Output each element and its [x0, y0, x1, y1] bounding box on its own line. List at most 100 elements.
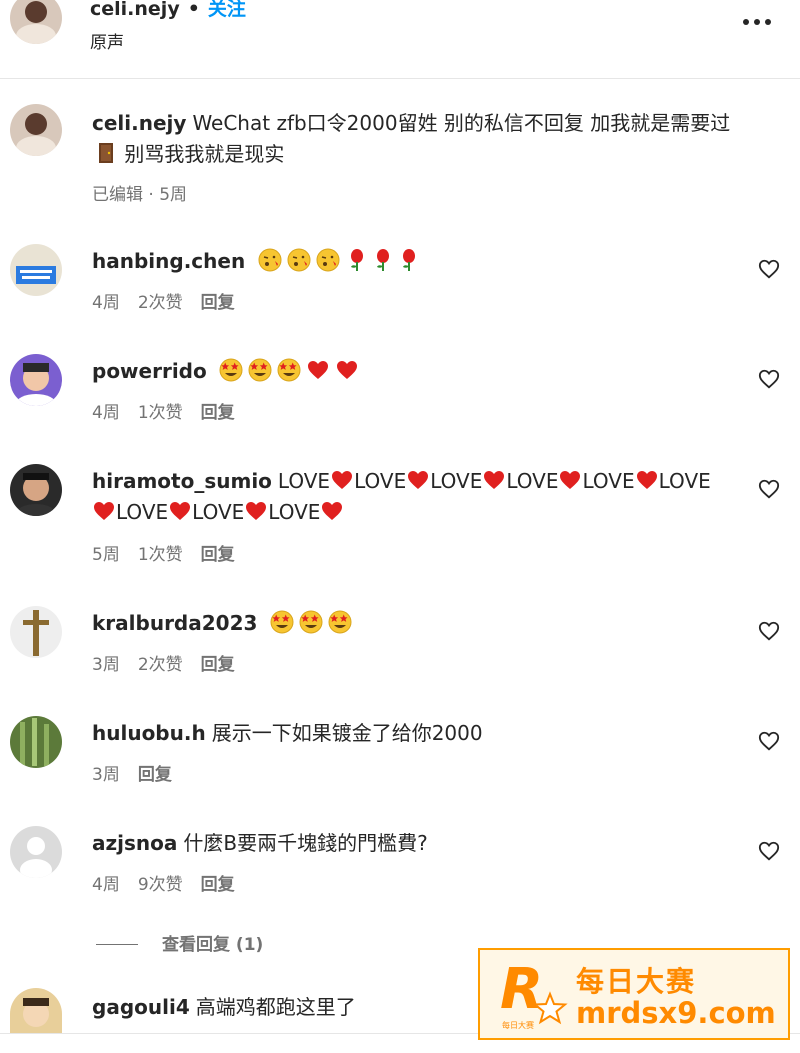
comment-meta: 3周 回复: [92, 760, 190, 785]
red-heart-icon: [246, 502, 267, 520]
separator-dot: •: [187, 0, 200, 20]
reply-button[interactable]: 回复: [201, 545, 235, 565]
like-heart-icon[interactable]: [758, 258, 780, 280]
like-heart-icon[interactable]: [758, 478, 780, 500]
audio-label[interactable]: 原声: [90, 28, 124, 53]
comment-text: hiramoto_sumio LOVE LOVE LOVE LOVE LOVE LOVELO…: [92, 466, 732, 528]
watermark-cn: 每日大赛: [576, 965, 697, 998]
replies-line: [96, 944, 138, 945]
watermark-logo-caption: 每日大赛: [502, 1020, 534, 1030]
reply-button[interactable]: 回复: [138, 765, 172, 785]
comment-username[interactable]: kralburda2023: [92, 611, 257, 635]
reply-button[interactable]: 回复: [201, 875, 235, 895]
like-heart-icon[interactable]: [758, 368, 780, 390]
comment-body: 什麼B要兩千塊錢的門檻費?: [183, 831, 428, 855]
comment-time: 4周: [92, 875, 120, 895]
follow-button[interactable]: 关注: [208, 0, 246, 20]
caption-body: WeChat zfb口令2000留姓 别的私信不回复 加我就是需要过: [192, 111, 731, 135]
red-heart-icon: [560, 471, 581, 489]
caption-avatar[interactable]: [10, 104, 62, 156]
watermark-url: mrdsx9.com: [576, 996, 776, 1030]
love-word: LOVE: [658, 469, 711, 493]
caption-meta: 已编辑 · 5周: [92, 185, 188, 205]
commenter-avatar[interactable]: [10, 716, 62, 768]
kiss-face-icon: [316, 248, 340, 272]
commenter-avatar[interactable]: [10, 826, 62, 878]
author-name-row: celi.nejy • 关注: [90, 0, 246, 21]
comment-username[interactable]: azjsnoa: [92, 831, 177, 855]
red-heart-icon: [337, 361, 358, 379]
watermark-logo-letter: R: [500, 957, 543, 1022]
comment-time: 4周: [92, 293, 120, 313]
comment-time: 4周: [92, 403, 120, 423]
rose-icon: [376, 249, 389, 271]
comment-username[interactable]: powerrido: [92, 359, 207, 383]
love-word: LOVE: [506, 469, 559, 493]
door-icon: [99, 143, 113, 163]
red-heart-icon: [636, 471, 657, 489]
star-eyes-icon: [299, 610, 323, 634]
comment-likes[interactable]: 9次赞: [138, 875, 183, 895]
view-replies-label: 查看回复 (1): [162, 935, 264, 955]
comment-username[interactable]: hiramoto_sumio: [92, 469, 272, 493]
comment-text: kralburda2023: [92, 608, 732, 639]
comment-meta: 4周 1次赞 回复: [92, 398, 253, 423]
like-heart-icon[interactable]: [758, 840, 780, 862]
red-heart-icon: [94, 502, 114, 520]
star-eyes-icon: [219, 358, 243, 382]
red-heart-icon: [308, 361, 329, 379]
red-heart-icon: [408, 471, 429, 489]
commenter-avatar[interactable]: [10, 988, 62, 1033]
view-replies-button[interactable]: 查看回复 (1): [96, 930, 263, 955]
more-horizontal-icon[interactable]: [742, 18, 772, 26]
kiss-face-icon: [258, 248, 282, 272]
reply-button[interactable]: 回复: [201, 293, 235, 313]
like-heart-icon[interactable]: [758, 620, 780, 642]
comment-meta: 5周 1次赞 回复: [92, 540, 253, 565]
red-heart-icon: [484, 471, 505, 489]
red-heart-icon: [322, 502, 343, 520]
caption-username[interactable]: celi.nejy: [92, 111, 186, 135]
star-eyes-icon: [270, 610, 294, 634]
love-word: LOVE: [116, 500, 169, 524]
comment-likes[interactable]: 2次赞: [138, 293, 183, 313]
commenter-avatar[interactable]: [10, 606, 62, 658]
watermark-logo: R 每日大赛: [500, 957, 568, 1030]
comment-likes[interactable]: 1次赞: [138, 403, 183, 423]
comment-text: azjsnoa 什麼B要兩千塊錢的門檻費?: [92, 828, 732, 859]
comment-username[interactable]: hanbing.chen: [92, 249, 245, 273]
comment-meta: 3周 2次赞 回复: [92, 650, 253, 675]
comment-username[interactable]: huluobu.h: [92, 721, 206, 745]
comment-likes[interactable]: 1次赞: [138, 545, 183, 565]
like-heart-icon[interactable]: [758, 730, 780, 752]
commenter-avatar[interactable]: [10, 464, 62, 516]
star-eyes-icon: [328, 610, 352, 634]
reply-button[interactable]: 回复: [201, 403, 235, 423]
rose-icon: [402, 249, 415, 271]
love-word: LOVE: [430, 469, 483, 493]
author-avatar[interactable]: [10, 0, 62, 44]
post-header: celi.nejy • 关注 原声: [0, 0, 800, 79]
comment-text: huluobu.h 展示一下如果镀金了给你2000: [92, 718, 732, 749]
caption-text: celi.nejy WeChat zfb口令2000留姓 别的私信不回复 加我就是…: [92, 108, 732, 170]
star-eyes-icon: [277, 358, 301, 382]
caption-body-end: 别骂我我就是现实: [118, 142, 285, 166]
reply-button[interactable]: 回复: [201, 655, 235, 675]
author-username[interactable]: celi.nejy: [90, 0, 180, 20]
comment-time: 5周: [92, 545, 120, 565]
comment-likes[interactable]: 2次赞: [138, 655, 183, 675]
commenter-avatar[interactable]: [10, 244, 62, 296]
comment-time: 3周: [92, 655, 120, 675]
comment-body: 高端鸡都跑这里了: [195, 995, 356, 1019]
commenter-avatar[interactable]: [10, 354, 62, 406]
love-word: LOVE: [277, 469, 331, 493]
comment-text: hanbing.chen: [92, 246, 732, 277]
rose-icon: [350, 249, 363, 271]
comment-username[interactable]: gagouli4: [92, 995, 190, 1019]
comment-time: 3周: [92, 765, 120, 785]
watermark: R 每日大赛 每日大赛 mrdsx9.com: [478, 948, 790, 1040]
comment-text: powerrido: [92, 356, 732, 387]
love-word: LOVE: [268, 500, 321, 524]
star-eyes-icon: [248, 358, 272, 382]
love-word: LOVE: [354, 469, 407, 493]
